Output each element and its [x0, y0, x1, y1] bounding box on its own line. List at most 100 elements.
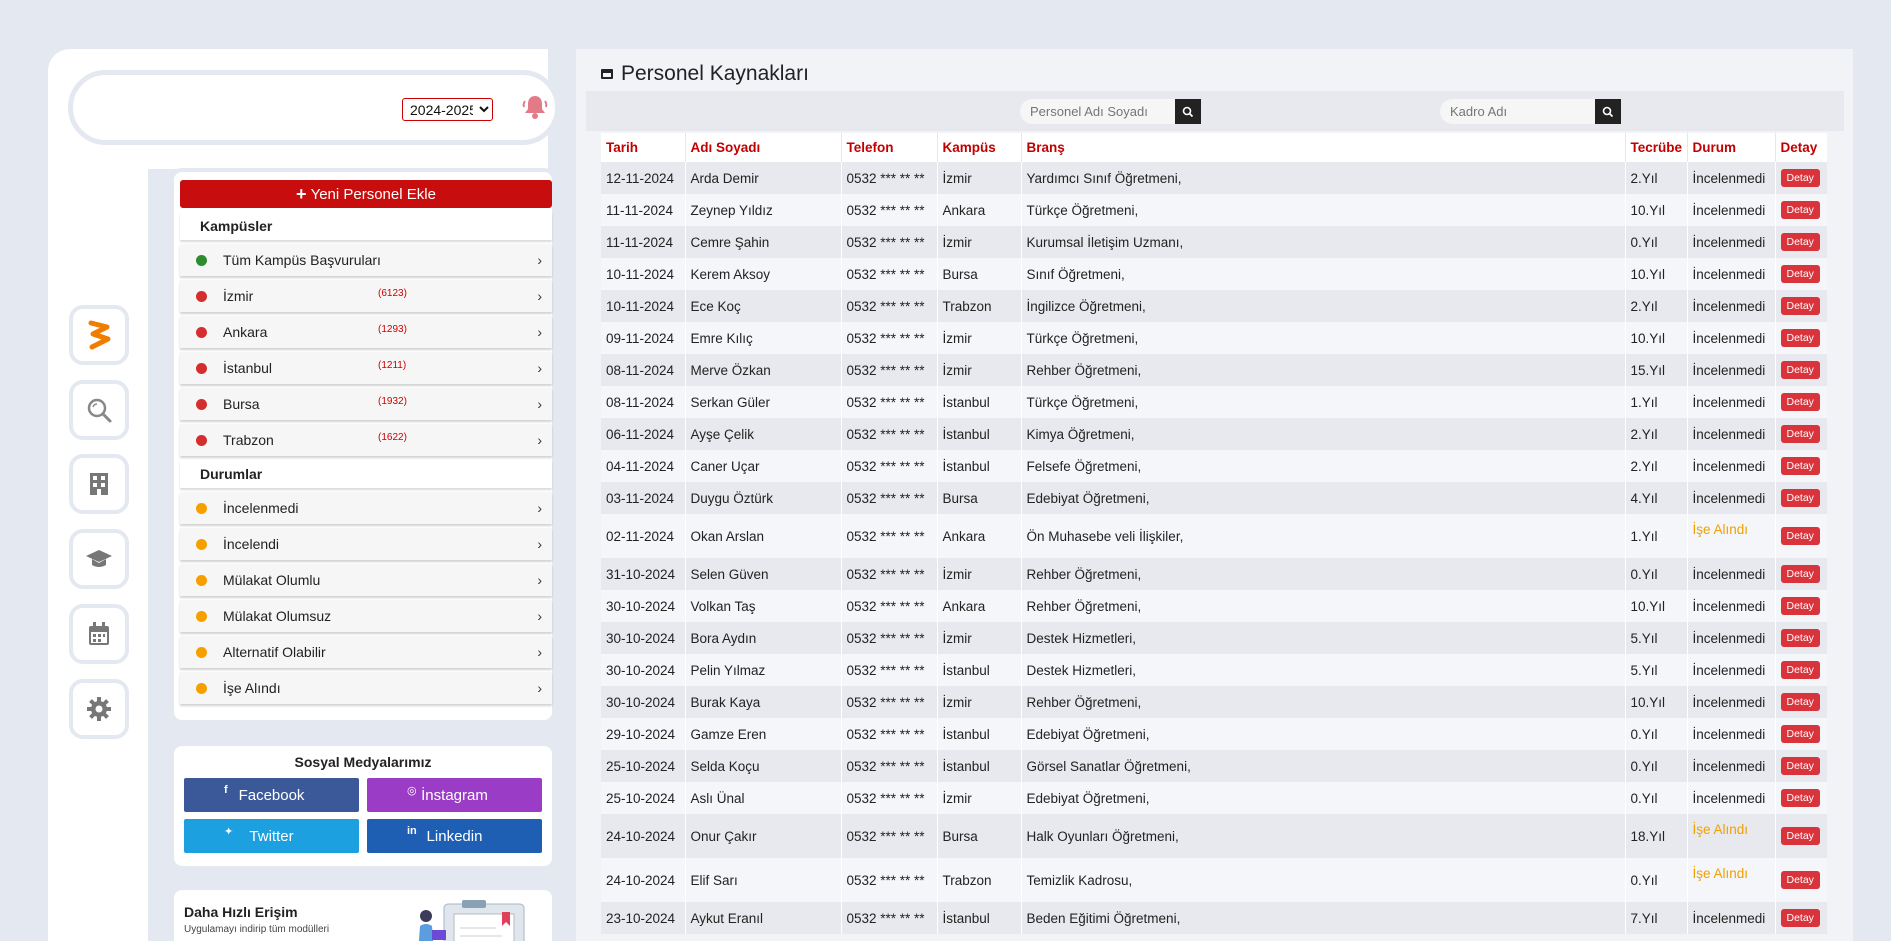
- table-row: 24-10-2024 Onur Çakır 0532 *** ** ** Bursa H…: [601, 814, 1827, 858]
- branch-cell: Rehber Öğretmeni,: [1020, 558, 1625, 590]
- date-cell: 11-11-2024: [601, 226, 685, 258]
- date-cell: 10-11-2024: [601, 290, 685, 322]
- campus-item[interactable]: İzmir (6123) ›: [180, 280, 552, 312]
- status-item[interactable]: İncelenmedi ›: [180, 492, 552, 524]
- status-item[interactable]: Mülakat Olumsuz ›: [180, 600, 552, 632]
- twitter-button[interactable]: ✦ Twitter: [184, 819, 359, 853]
- column-header[interactable]: Detay: [1774, 133, 1827, 162]
- column-header[interactable]: Kampüs: [936, 133, 1021, 162]
- chevron-right-icon: ›: [537, 360, 542, 376]
- detail-button[interactable]: Detay: [1780, 201, 1820, 219]
- name-cell: Selda Koçu: [684, 750, 841, 782]
- status-dot-icon: [196, 362, 207, 374]
- detail-button[interactable]: Detay: [1780, 489, 1820, 507]
- detail-cell: Detay: [1774, 162, 1827, 194]
- column-header[interactable]: Tarih: [601, 133, 685, 162]
- detail-button[interactable]: Detay: [1780, 425, 1820, 443]
- name-cell: Merve Özkan: [684, 354, 841, 386]
- bell-icon[interactable]: [520, 92, 550, 122]
- detail-button[interactable]: Detay: [1780, 629, 1820, 647]
- campus-item-label: İzmir: [223, 288, 254, 304]
- detail-button[interactable]: Detay: [1780, 693, 1820, 711]
- status-cell: İncelenmedi: [1686, 226, 1775, 258]
- chevron-right-icon: ›: [537, 500, 542, 516]
- detail-button[interactable]: Detay: [1780, 661, 1820, 679]
- brand-logo-icon[interactable]: [69, 305, 129, 365]
- detail-button[interactable]: Detay: [1780, 233, 1820, 251]
- add-personnel-button[interactable]: + Yeni Personel Ekle: [180, 180, 552, 208]
- status-item[interactable]: Alternatif Olabilir ›: [180, 636, 552, 668]
- campus-cell: İzmir: [936, 622, 1021, 654]
- chevron-right-icon: ›: [537, 396, 542, 412]
- detail-button[interactable]: Detay: [1780, 725, 1820, 743]
- detail-button[interactable]: Detay: [1780, 329, 1820, 347]
- search-icon[interactable]: [69, 380, 129, 440]
- campus-cell: İzmir: [936, 226, 1021, 258]
- date-cell: 11-11-2024: [601, 194, 685, 226]
- detail-button[interactable]: Detay: [1780, 827, 1820, 845]
- status-hired-label: İşe Alındı: [1692, 521, 1749, 537]
- detail-cell: Detay: [1774, 686, 1827, 718]
- campus-item[interactable]: Bursa (1932) ›: [180, 388, 552, 420]
- column-header[interactable]: Tecrübe: [1624, 133, 1687, 162]
- status-dot-icon: [196, 682, 207, 694]
- name-cell: Aslı Ünal: [684, 782, 841, 814]
- status-item[interactable]: İncelendi ›: [180, 528, 552, 560]
- experience-cell: 2.Yıl: [1624, 418, 1687, 450]
- year-select[interactable]: 2024-2025: [402, 98, 493, 121]
- status-cell: İşe Alındı: [1686, 814, 1775, 858]
- branch-cell: Kurumsal İletişim Uzmanı,: [1020, 226, 1625, 258]
- detail-cell: Detay: [1774, 750, 1827, 782]
- detail-button[interactable]: Detay: [1780, 169, 1820, 187]
- statuses-title: Durumlar: [180, 460, 552, 488]
- campus-item[interactable]: Ankara (1293) ›: [180, 316, 552, 348]
- status-item[interactable]: Mülakat Olumlu ›: [180, 564, 552, 596]
- column-header[interactable]: Adı Soyadı: [684, 133, 841, 162]
- detail-button[interactable]: Detay: [1780, 789, 1820, 807]
- campus-item[interactable]: İstanbul (1211) ›: [180, 352, 552, 384]
- campus-cell: İstanbul: [936, 718, 1021, 750]
- detail-button[interactable]: Detay: [1780, 457, 1820, 475]
- name-cell: Serkan Güler: [684, 386, 841, 418]
- branch-cell: Türkçe Öğretmeni,: [1020, 386, 1625, 418]
- column-header[interactable]: Telefon: [840, 133, 937, 162]
- campus-cell: İzmir: [936, 354, 1021, 386]
- campus-item[interactable]: Tüm Kampüs Başvuruları ›: [180, 244, 552, 276]
- campus-item[interactable]: Trabzon (1622) ›: [180, 424, 552, 456]
- detail-button[interactable]: Detay: [1780, 361, 1820, 379]
- detail-button[interactable]: Detay: [1780, 757, 1820, 775]
- detail-button[interactable]: Detay: [1780, 909, 1820, 927]
- date-cell: 08-11-2024: [601, 386, 685, 418]
- building-icon[interactable]: [69, 454, 129, 514]
- detail-button[interactable]: Detay: [1780, 871, 1820, 889]
- quick-access-panel[interactable]: Daha Hızlı Erişim Uygulamayı indirip tüm…: [170, 886, 556, 941]
- instagram-button[interactable]: ◎ İnstagram: [367, 778, 542, 812]
- detail-button[interactable]: Detay: [1780, 297, 1820, 315]
- staff-search-button[interactable]: [1595, 99, 1621, 124]
- branch-cell: Edebiyat Öğretmeni,: [1020, 718, 1625, 750]
- detail-button[interactable]: Detay: [1780, 597, 1820, 615]
- graduation-cap-icon[interactable]: [69, 529, 129, 589]
- experience-cell: 0.Yıl: [1624, 750, 1687, 782]
- detail-button[interactable]: Detay: [1780, 565, 1820, 583]
- branch-cell: Rehber Öğretmeni,: [1020, 590, 1625, 622]
- detail-button[interactable]: Detay: [1780, 527, 1820, 545]
- campus-cell: İzmir: [936, 782, 1021, 814]
- gear-icon[interactable]: [69, 679, 129, 739]
- linkedin-label: Linkedin: [426, 827, 483, 845]
- column-header[interactable]: Branş: [1020, 133, 1625, 162]
- name-search-input[interactable]: [1020, 99, 1175, 124]
- detail-cell: Detay: [1774, 290, 1827, 322]
- campus-item-count: (6123): [378, 288, 407, 299]
- facebook-button[interactable]: f Facebook: [184, 778, 359, 812]
- table-row: 25-10-2024 Selda Koçu 0532 *** ** ** İstanb…: [601, 750, 1827, 782]
- name-search-button[interactable]: [1175, 99, 1201, 124]
- calendar-icon[interactable]: [69, 604, 129, 664]
- staff-search-input[interactable]: [1440, 99, 1595, 124]
- detail-button[interactable]: Detay: [1780, 393, 1820, 411]
- status-cell: İncelenmedi: [1686, 290, 1775, 322]
- column-header[interactable]: Durum: [1686, 133, 1775, 162]
- detail-button[interactable]: Detay: [1780, 265, 1820, 283]
- status-item[interactable]: İşe Alındı ›: [180, 672, 552, 704]
- linkedin-button[interactable]: in Linkedin: [367, 819, 542, 853]
